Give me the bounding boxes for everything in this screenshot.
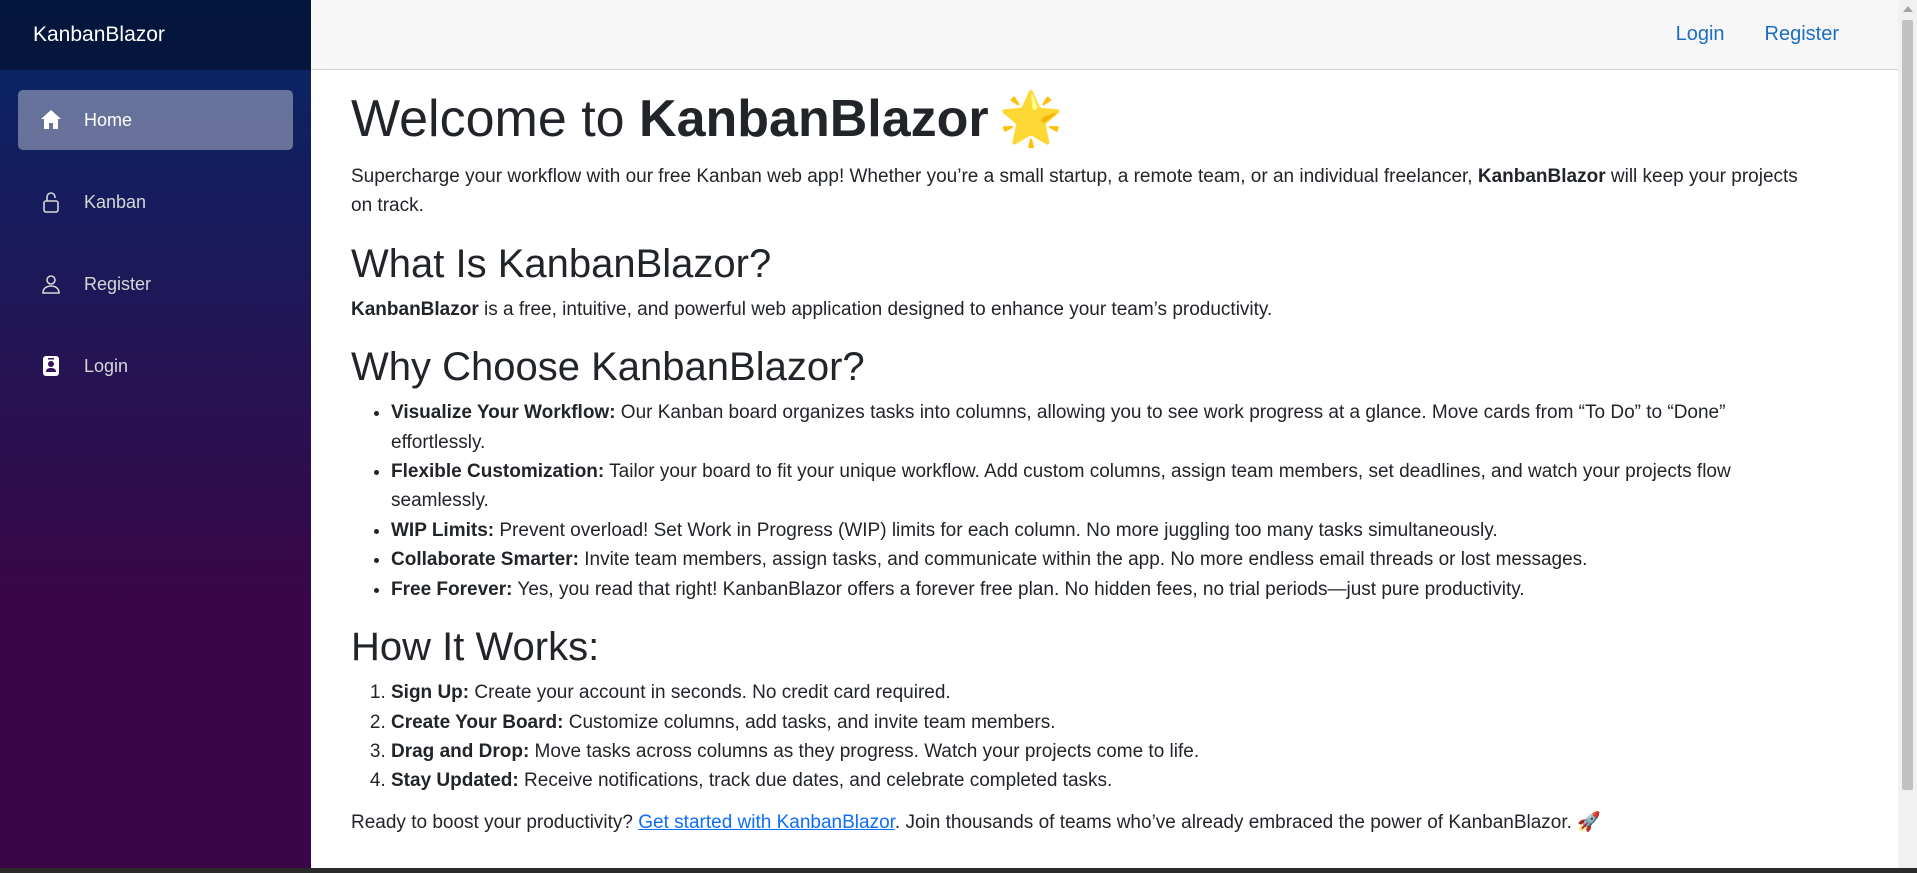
what-text: is a free, intuitive, and powerful web a… — [478, 298, 1273, 320]
scroll-up-icon[interactable] — [1903, 6, 1913, 12]
sidebar: KanbanBlazor Home Kanban Register Login — [0, 0, 311, 873]
list-item: WIP Limits: Prevent overload! Set Work i… — [391, 516, 1811, 545]
home-icon — [38, 107, 64, 133]
title-prefix: Welcome to — [351, 90, 640, 148]
item-title: Sign Up: — [391, 682, 470, 704]
sidebar-item-label: Login — [84, 355, 129, 376]
cta-text-end: . Join thousands of teams who’ve already… — [894, 811, 1601, 833]
item-title: Visualize Your Workflow: — [391, 402, 616, 424]
item-text: Create your account in seconds. No credi… — [469, 682, 951, 704]
sidebar-nav: Home Kanban Register Login — [0, 70, 311, 396]
brand-link[interactable]: KanbanBlazor — [33, 23, 165, 47]
item-title: Flexible Customization: — [391, 460, 605, 482]
main-content: Welcome to KanbanBlazor 🌟 Supercharge you… — [351, 70, 1811, 851]
list-item: Create Your Board: Customize columns, ad… — [391, 708, 1811, 737]
item-title: Stay Updated: — [391, 770, 519, 792]
vertical-scrollbar[interactable] — [1898, 0, 1917, 873]
person-icon — [38, 271, 64, 297]
lock-icon — [38, 189, 64, 215]
item-title: Collaborate Smarter: — [391, 549, 579, 571]
list-item: Visualize Your Workflow: Our Kanban boar… — [391, 398, 1811, 457]
intro-brand: KanbanBlazor — [1477, 165, 1606, 187]
bottom-divider — [0, 868, 1917, 873]
register-link[interactable]: Register — [1765, 23, 1839, 46]
sidebar-item-kanban[interactable]: Kanban — [18, 172, 293, 232]
login-link[interactable]: Login — [1676, 23, 1725, 46]
what-heading: What Is KanbanBlazor? — [351, 241, 772, 286]
brand-bar: KanbanBlazor — [0, 0, 311, 70]
sidebar-item-label: Home — [84, 109, 133, 130]
item-title: Drag and Drop: — [391, 741, 530, 763]
how-heading: How It Works: — [351, 625, 600, 670]
sidebar-item-login[interactable]: Login — [18, 336, 293, 396]
what-paragraph: KanbanBlazor is a free, intuitive, and p… — [351, 295, 1811, 324]
list-item: Sign Up: Create your account in seconds.… — [391, 678, 1811, 707]
badge-icon — [38, 353, 64, 379]
list-item: Drag and Drop: Move tasks across columns… — [391, 737, 1811, 766]
item-text: Receive notifications, track due dates, … — [518, 770, 1113, 792]
intro-paragraph: Supercharge your workflow with our free … — [351, 162, 1811, 221]
cta-text: Ready to boost your productivity? — [351, 811, 639, 833]
item-text: Invite team members, assign tasks, and c… — [578, 549, 1588, 571]
star-icon: 🌟 — [998, 90, 1064, 148]
how-list: Sign Up: Create your account in seconds.… — [351, 678, 1811, 796]
scroll-thumb[interactable] — [1902, 20, 1913, 790]
item-text: Move tasks across columns as they progre… — [529, 741, 1200, 763]
list-item: Free Forever: Yes, you read that right! … — [391, 575, 1811, 604]
item-text: Prevent overload! Set Work in Progress (… — [494, 519, 1498, 541]
item-text: Yes, you read that right! KanbanBlazor o… — [512, 578, 1525, 600]
list-item: Collaborate Smarter: Invite team members… — [391, 545, 1811, 574]
sidebar-item-register[interactable]: Register — [18, 254, 293, 314]
get-started-link[interactable]: Get started with KanbanBlazor — [638, 812, 895, 833]
title-brand: KanbanBlazor — [639, 90, 989, 148]
sidebar-item-label: Register — [84, 273, 152, 294]
sidebar-item-home[interactable]: Home — [18, 90, 293, 150]
list-item: Stay Updated: Receive notifications, tra… — [391, 766, 1811, 795]
intro-text: Supercharge your workflow with our free … — [351, 165, 1478, 187]
page-title: Welcome to KanbanBlazor 🌟 — [351, 90, 1811, 150]
why-heading: Why Choose KanbanBlazor? — [351, 345, 865, 390]
item-title: WIP Limits: — [391, 519, 495, 541]
top-row: Login Register — [311, 0, 1898, 70]
list-item: Flexible Customization: Tailor your boar… — [391, 457, 1811, 516]
item-text: Customize columns, add tasks, and invite… — [563, 711, 1056, 733]
item-title: Create Your Board: — [391, 711, 564, 733]
why-list: Visualize Your Workflow: Our Kanban boar… — [351, 398, 1811, 604]
what-brand: KanbanBlazor — [351, 298, 479, 320]
sidebar-item-label: Kanban — [84, 191, 147, 212]
cta-paragraph: Ready to boost your productivity? Get st… — [351, 808, 1811, 837]
item-title: Free Forever: — [391, 578, 513, 600]
